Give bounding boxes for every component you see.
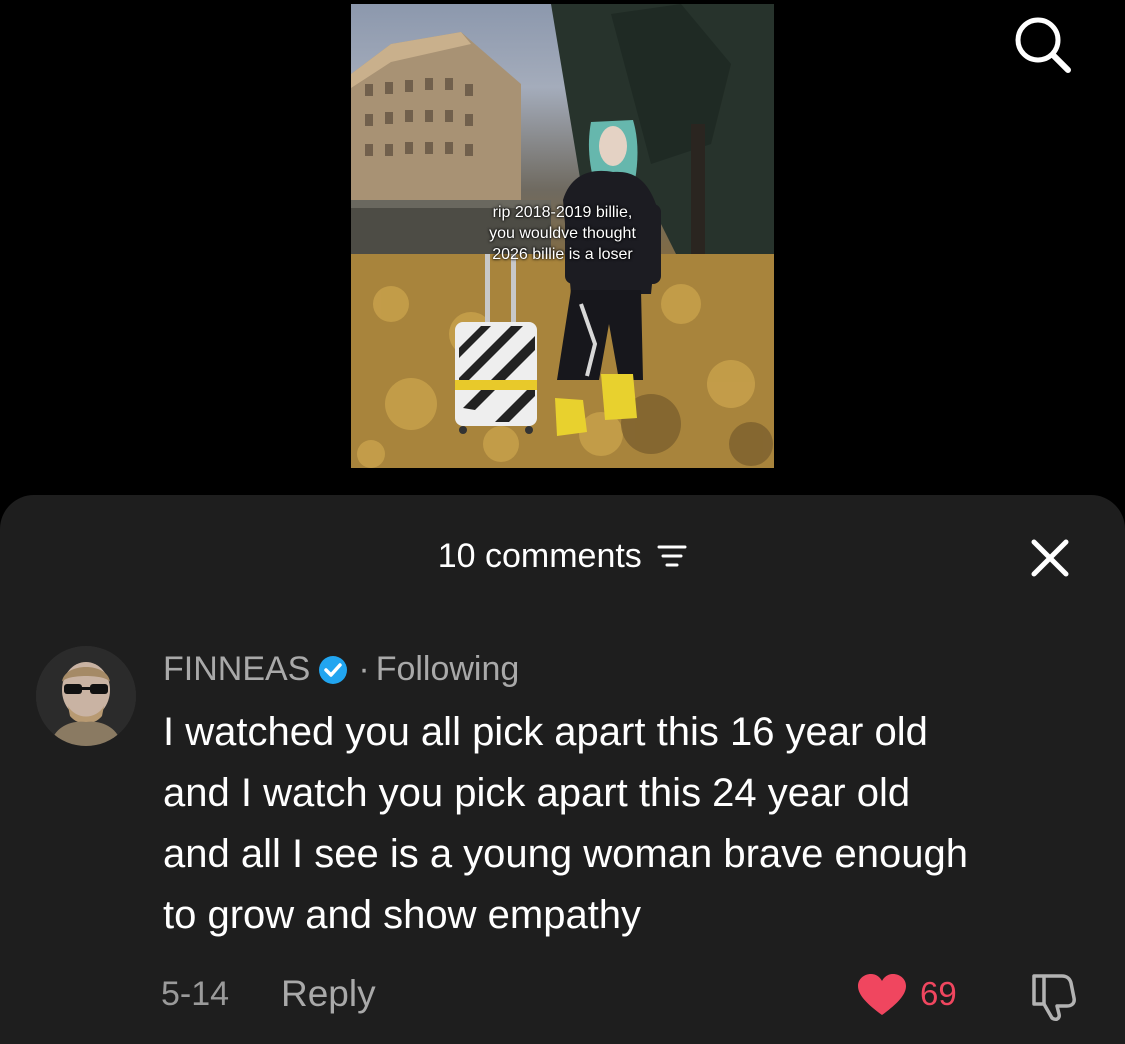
comment-text: I watched you all pick apart this 16 yea… [163,702,1093,946]
close-icon [1031,539,1069,577]
search-button[interactable] [1008,12,1078,74]
meta-separator: · [358,650,370,688]
comments-count-title: 10 comments [437,537,642,575]
search-icon [1015,17,1071,73]
video-thumbnail[interactable]: rip 2018-2019 billie, you wouldve though… [351,4,774,468]
comment-username[interactable]: FINNEAS [163,650,310,688]
comment-line: to grow and show empathy [163,893,642,937]
caption-line: 2026 billie is a loser [492,246,633,263]
comment-date: 5-14 [161,975,230,1013]
video-caption: rip 2018-2019 billie, you wouldve though… [351,202,774,265]
avatar[interactable] [36,646,136,746]
comment-line: and I watch you pick apart this 24 year … [163,771,911,815]
dislike-icon [1032,974,1076,1021]
caption-line: rip 2018-2019 billie, [492,204,633,221]
comment-meta: FINNEAS · Following [163,648,519,695]
verified-badge-icon [318,653,348,695]
caption-line: you wouldve thought [489,225,636,242]
comments-header[interactable]: 10 comments [0,536,1125,578]
reply-button[interactable]: Reply [281,972,376,1016]
like-count: 69 [920,975,957,1012]
close-button[interactable] [1028,536,1072,580]
filter-icon[interactable] [657,538,687,578]
video-area[interactable]: rip 2018-2019 billie, you wouldve though… [0,0,1125,500]
heart-icon [858,974,906,1015]
dislike-button[interactable] [1026,968,1080,1022]
comment-line: I watched you all pick apart this 16 yea… [163,710,928,754]
follow-status[interactable]: Following [376,650,520,688]
comment-line: and all I see is a young woman brave eno… [163,832,968,876]
like-button[interactable] [857,973,907,1017]
